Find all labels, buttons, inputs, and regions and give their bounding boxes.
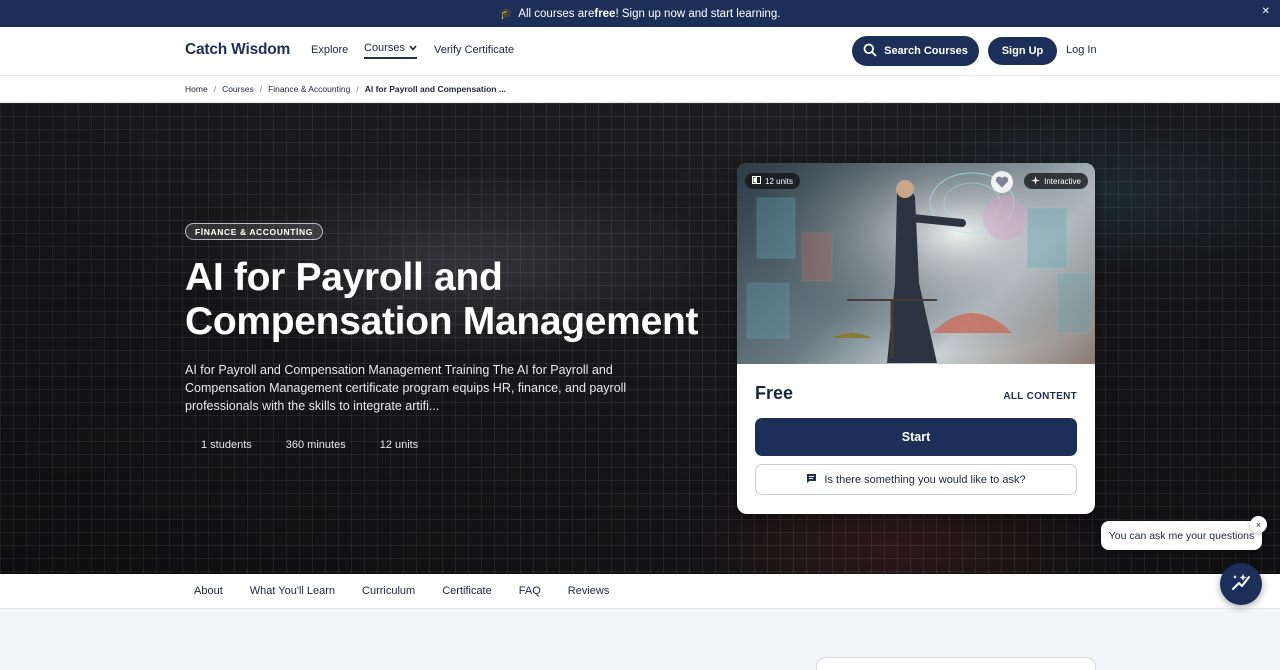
logo[interactable]: Catch Wisdom [185,41,290,59]
search-courses-button[interactable]: Search Courses [852,36,979,66]
breadcrumb: Home / Courses / Finance & Accounting / … [0,76,1280,103]
course-description: AI for Payroll and Compensation Manageme… [185,363,627,413]
course-card: 12 units Interactive Free ALL CONTENT St… [737,163,1095,514]
chat-bubble-icon [806,473,817,487]
log-in-link[interactable]: Log In [1066,44,1097,56]
close-chat-bubble-icon[interactable]: × [1250,516,1267,533]
stat-students: 1 students [201,439,252,451]
stat-minutes: 360 minutes [285,439,346,451]
breadcrumb-current: AI for Payroll and Compensation ... [364,84,506,94]
section-tabs: About What You'll Learn Curriculum Certi… [0,574,1280,609]
nav-explore[interactable]: Explore [311,44,348,56]
book-icon [752,176,761,186]
interactive-chip-label: Interactive [1044,176,1081,186]
category-tag[interactable]: FİNANCE & ACCOUNTİNG [185,223,323,240]
course-image: 12 units Interactive [737,163,1095,364]
course-price: Free [755,383,794,403]
interactive-chip: Interactive [1024,173,1088,189]
announcement-bar: 🎓 All courses are free! Sign up now and … [0,0,1280,27]
course-illustration [737,163,1095,364]
tab-certificate[interactable]: Certificate [442,585,492,597]
sparkle-icon [1031,175,1041,187]
tab-reviews[interactable]: Reviews [568,585,610,597]
tab-curriculum[interactable]: Curriculum [362,585,415,597]
breadcrumb-separator: / [259,84,263,94]
announcement-bold: free [594,7,616,20]
graduation-cap-icon: 🎓 [499,8,514,20]
announcement-prefix: All courses are [518,7,595,20]
favorite-heart-icon[interactable] [991,171,1013,193]
nav-courses[interactable]: Courses [364,42,417,59]
nav-courses-label: Courses [364,42,405,54]
tab-about[interactable]: About [194,585,223,597]
course-hero: FİNANCE & ACCOUNTİNG AI for Payroll and … [0,103,1280,574]
search-courses-label: Search Courses [884,45,968,57]
breadcrumb-separator: / [213,84,217,94]
sign-up-button[interactable]: Sign Up [988,37,1057,65]
breadcrumb-separator: / [356,84,359,94]
chevron-down-icon [409,44,417,53]
chat-prompt-bubble[interactable]: You can ask me your questions [1101,521,1262,550]
ai-sparkle-icon [1230,571,1252,598]
breadcrumb-home[interactable]: Home [185,84,208,94]
access-level: ALL CONTENT [1003,391,1077,402]
close-announcement-icon[interactable]: ✕ [1262,6,1270,17]
announcement-suffix: ! Sign up now and start learning. [615,7,781,20]
ask-question-label: Is there something you would like to ask… [824,473,1026,486]
start-button[interactable]: Start [755,418,1077,456]
tab-what-youll-learn[interactable]: What You'll Learn [250,585,335,597]
sidebar-card [816,657,1096,670]
chat-assistant-button[interactable] [1220,563,1262,605]
breadcrumb-courses[interactable]: Courses [222,84,254,94]
tab-faq[interactable]: FAQ [519,585,541,597]
search-icon [863,43,877,60]
units-chip-label: 12 units [765,176,794,186]
stat-units: 12 units [379,439,419,451]
course-title: AI for Payroll and Compensation Manageme… [185,256,699,343]
ask-question-button[interactable]: Is there something you would like to ask… [755,464,1077,495]
site-header: Catch Wisdom Explore Courses Verify Cert… [0,27,1280,76]
nav-verify-certificate[interactable]: Verify Certificate [434,44,514,56]
breadcrumb-category[interactable]: Finance & Accounting [268,84,350,94]
course-stats: 1 students 360 minutes 12 units [201,439,418,451]
units-chip: 12 units [745,173,801,189]
